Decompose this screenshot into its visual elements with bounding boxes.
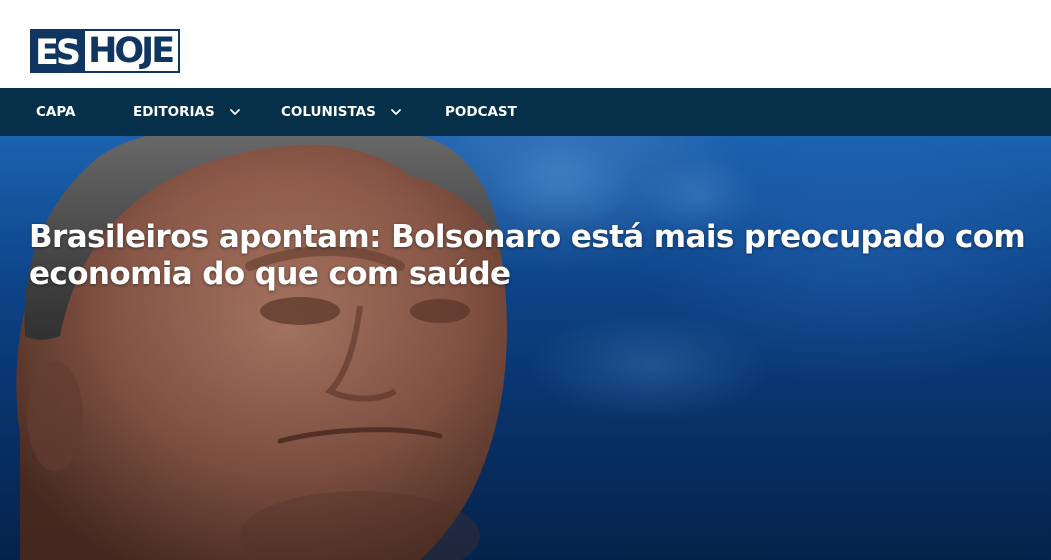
nav-item-colunistas[interactable]: COLUNISTAS [281, 88, 402, 136]
nav-item-capa[interactable]: CAPA [36, 88, 75, 136]
nav-item-label: PODCAST [445, 104, 517, 120]
hero-headline[interactable]: Brasileiros apontam: Bolsonaro está mais… [29, 219, 1044, 293]
nav-item-label: CAPA [36, 104, 76, 120]
nav-item-podcast[interactable]: PODCAST [445, 88, 517, 136]
chevron-down-icon [390, 106, 402, 118]
nav-item-editorias[interactable]: EDITORIAS [133, 88, 241, 136]
chevron-down-icon [229, 106, 241, 118]
main-navbar: CAPA EDITORIAS COLUNISTAS PODCAST [0, 88, 1051, 136]
nav-item-label: EDITORIAS [133, 104, 215, 120]
hero-overlay [0, 136, 1051, 560]
logo-es-block: ES [30, 29, 86, 73]
site-logo[interactable]: ES HOJE [30, 29, 181, 73]
nav-item-label: COLUNISTAS [281, 104, 376, 120]
site-header: ES HOJE [0, 0, 1051, 88]
logo-hoje-block: HOJE [85, 29, 181, 73]
hero-banner[interactable]: Brasileiros apontam: Bolsonaro está mais… [0, 136, 1051, 560]
